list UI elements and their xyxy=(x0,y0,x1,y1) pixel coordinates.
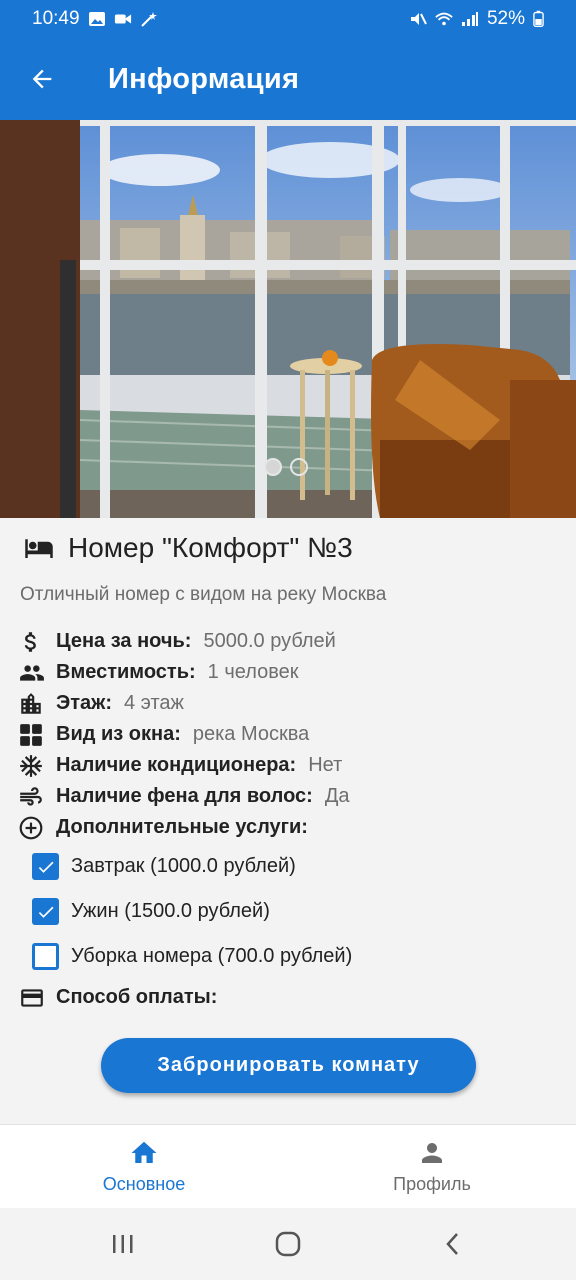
room-title: Номер "Комфорт" №3 xyxy=(20,532,353,564)
page-title: Информация xyxy=(108,62,300,95)
detail-value: 1 человек xyxy=(207,661,299,683)
status-bar: 10:49 52% xyxy=(0,0,576,38)
check-icon xyxy=(38,906,53,918)
detail-label: Цена за ночь: xyxy=(56,630,192,652)
detail-label: Наличие кондиционера: xyxy=(56,754,297,776)
wifi-icon xyxy=(435,12,453,26)
snowflake-icon xyxy=(20,754,42,777)
service-checkbox-dinner[interactable]: Ужин (1500.0 рублей) xyxy=(32,889,352,934)
home-icon xyxy=(131,1141,157,1163)
status-time: 10:49 xyxy=(32,8,80,29)
detail-label: Дополнительные услуги: xyxy=(56,816,308,838)
wind-icon xyxy=(20,786,42,806)
system-back-button[interactable] xyxy=(423,1214,483,1274)
checkbox-unchecked[interactable] xyxy=(32,943,59,970)
checkbox-checked[interactable] xyxy=(32,853,59,880)
detail-value: 4 этаж xyxy=(124,692,184,714)
check-icon xyxy=(38,861,53,873)
detail-row-services: Дополнительные услуги: xyxy=(18,812,350,843)
book-room-button[interactable]: Забронировать комнату xyxy=(101,1038,476,1093)
detail-row-floor: Этаж: 4 этаж xyxy=(18,688,350,719)
recent-apps-button[interactable] xyxy=(93,1214,153,1274)
nav-item-profile[interactable]: Профиль xyxy=(288,1125,576,1208)
detail-list: Цена за ночь: 5000.0 рублей Вместимость:… xyxy=(18,626,350,843)
room-title-text: Номер "Комфорт" №3 xyxy=(68,532,353,563)
detail-label: Этаж: xyxy=(56,692,112,714)
plus-circle-icon xyxy=(19,816,43,839)
carousel-dot[interactable] xyxy=(290,458,308,476)
nav-item-main[interactable]: Основное xyxy=(0,1125,288,1208)
detail-value: Нет xyxy=(308,754,343,776)
room-photo-carousel[interactable] xyxy=(0,120,576,518)
chevron-left-icon xyxy=(446,1233,459,1255)
home-system-button[interactable] xyxy=(258,1214,318,1274)
nav-label: Профиль xyxy=(393,1174,471,1194)
back-button[interactable] xyxy=(0,38,84,120)
bed-icon xyxy=(25,539,53,558)
recent-apps-icon xyxy=(112,1235,133,1253)
detail-row-capacity: Вместимость: 1 человек xyxy=(18,657,350,688)
mute-icon xyxy=(410,13,427,25)
detail-row-price: Цена за ночь: 5000.0 рублей xyxy=(18,626,350,657)
detail-value: Да xyxy=(324,785,350,807)
service-label: Ужин (1500.0 рублей) xyxy=(71,900,270,922)
home-circle-icon xyxy=(275,1231,301,1257)
payment-label: Способ оплаты: xyxy=(56,986,218,1008)
room-details: Номер "Комфорт" №3 Отличный номер с видо… xyxy=(0,518,576,1124)
magic-wand-icon xyxy=(140,12,157,27)
battery-icon xyxy=(533,10,544,28)
detail-label: Вместимость: xyxy=(56,661,196,683)
signal-icon xyxy=(461,12,478,26)
carousel-indicator xyxy=(264,458,308,476)
detail-label: Вид из окна: xyxy=(56,723,181,745)
service-label: Завтрак (1000.0 рублей) xyxy=(71,855,296,877)
detail-value: 5000.0 рублей xyxy=(203,630,336,652)
battery-percent: 52% xyxy=(486,8,525,29)
payment-method-row: Способ оплаты: xyxy=(18,982,217,1013)
services-checklist: Завтрак (1000.0 рублей) Ужин (1500.0 руб… xyxy=(32,844,352,979)
credit-card-icon xyxy=(21,988,43,1007)
window-icon xyxy=(20,723,42,746)
carousel-dot[interactable] xyxy=(264,458,282,476)
person-icon xyxy=(422,1143,442,1163)
checkbox-checked[interactable] xyxy=(32,898,59,925)
dollar-icon xyxy=(24,631,36,652)
people-icon xyxy=(20,664,44,681)
gallery-icon xyxy=(88,12,105,26)
service-checkbox-breakfast[interactable]: Завтрак (1000.0 рублей) xyxy=(32,844,352,889)
bottom-navigation: Основное Профиль xyxy=(0,1124,576,1208)
nav-label: Основное xyxy=(102,1174,186,1194)
system-navigation-bar xyxy=(0,1208,576,1280)
detail-row-ac: Наличие кондиционера: Нет xyxy=(18,750,350,781)
service-label: Уборка номера (700.0 рублей) xyxy=(71,945,353,967)
detail-label: Наличие фена для волос: xyxy=(56,785,313,807)
app-bar: Информация xyxy=(0,38,576,120)
video-icon xyxy=(114,14,131,24)
detail-value: река Москва xyxy=(192,723,310,745)
arrow-back-icon xyxy=(32,69,52,89)
detail-row-view: Вид из окна: река Москва xyxy=(18,719,350,750)
service-checkbox-cleaning[interactable]: Уборка номера (700.0 рублей) xyxy=(32,934,352,979)
room-description: Отличный номер с видом на реку Москва xyxy=(20,584,387,605)
building-icon xyxy=(21,692,41,714)
detail-row-hairdryer: Наличие фена для волос: Да xyxy=(18,781,350,812)
